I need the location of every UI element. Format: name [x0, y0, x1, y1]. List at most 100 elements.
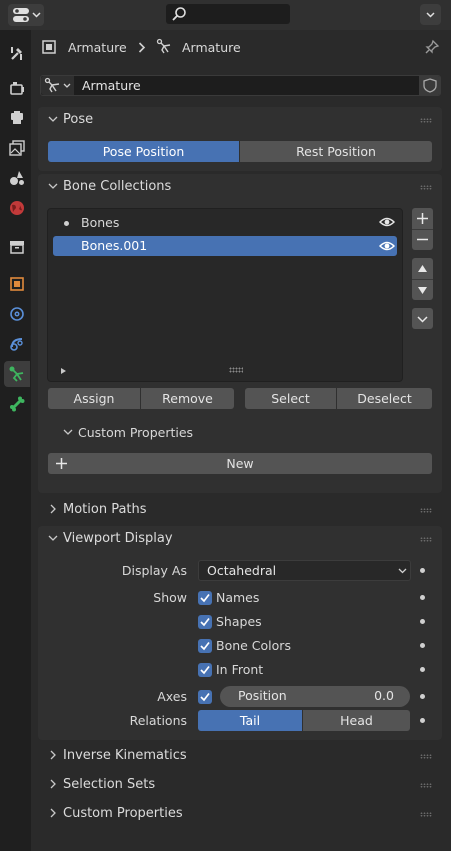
bone-colors-label: Bone Colors: [216, 638, 291, 653]
bone-colors-checkbox[interactable]: [198, 639, 212, 653]
pose-panel-title: Pose: [63, 112, 94, 127]
drag-handle-icon[interactable]: [420, 812, 432, 817]
view-layer-icon: [9, 140, 25, 156]
relations-tail-button[interactable]: Tail: [198, 710, 302, 731]
move-down-button[interactable]: [417, 286, 428, 295]
search-input[interactable]: [166, 4, 290, 24]
drag-handle-icon[interactable]: [420, 508, 432, 513]
object-icon: [10, 277, 24, 291]
chevron-down-icon: [48, 535, 58, 541]
pose-panel-header[interactable]: Pose: [38, 107, 442, 133]
drag-handle-icon[interactable]: [420, 783, 432, 788]
search-icon: [172, 7, 186, 21]
pose-position-button[interactable]: Pose Position: [48, 141, 239, 162]
deselect-button[interactable]: Deselect: [337, 388, 432, 409]
browse-armature-button[interactable]: [41, 76, 74, 95]
tab-view-layer[interactable]: [4, 135, 30, 161]
tab-bone[interactable]: [4, 391, 30, 417]
tab-constraints[interactable]: [4, 331, 30, 357]
list-resize-handle-icon[interactable]: [229, 367, 243, 373]
shapes-checkbox[interactable]: [198, 615, 212, 629]
check-icon: [200, 641, 210, 651]
keyframe-dot-icon[interactable]: [420, 718, 425, 723]
bone-collections-panel-header[interactable]: Bone Collections: [38, 174, 442, 200]
inverse-kinematics-panel-header[interactable]: Inverse Kinematics: [38, 743, 442, 769]
keyframe-dot-icon[interactable]: [420, 595, 425, 600]
in-front-checkbox-row[interactable]: In Front: [198, 662, 348, 679]
options-dropdown-button[interactable]: [420, 4, 441, 25]
position-value: 0.0: [374, 688, 394, 703]
rest-position-button[interactable]: Rest Position: [240, 141, 432, 162]
pin-icon[interactable]: [424, 39, 440, 55]
axes-label: Axes: [157, 689, 187, 704]
tab-object[interactable]: [4, 271, 30, 297]
select-button[interactable]: Select: [245, 388, 336, 409]
drag-handle-icon[interactable]: [420, 754, 432, 759]
axes-position-slider[interactable]: Position 0.0: [220, 686, 410, 707]
move-up-button[interactable]: [417, 264, 428, 273]
tab-scene[interactable]: [4, 165, 30, 191]
collection-name: Bones: [81, 215, 120, 230]
datablock-name-field[interactable]: Armature: [82, 78, 141, 93]
custom-properties-title: Custom Properties: [78, 425, 194, 440]
remove-collection-button[interactable]: [416, 233, 429, 246]
inverse-kinematics-title: Inverse Kinematics: [63, 748, 187, 763]
list-item-selected[interactable]: Bones.001: [53, 236, 397, 256]
keyframe-dot-icon[interactable]: [420, 694, 425, 699]
selection-sets-panel-header[interactable]: Selection Sets: [38, 772, 442, 798]
tab-armature-data[interactable]: [4, 361, 30, 387]
output-icon: [11, 111, 23, 124]
drag-handle-icon[interactable]: [420, 118, 432, 123]
names-checkbox-row[interactable]: Names: [198, 590, 348, 607]
bone-collection-custom-properties-header[interactable]: Custom Properties: [47, 420, 433, 442]
eye-icon[interactable]: [379, 240, 395, 252]
keyframe-dot-icon[interactable]: [420, 619, 425, 624]
keyframe-dot-icon[interactable]: [420, 667, 425, 672]
render-icon: [10, 82, 24, 95]
keyframe-dot-icon[interactable]: [420, 568, 425, 573]
editor-type-button[interactable]: [8, 4, 44, 26]
add-remove-buttons: [412, 208, 433, 250]
position-label: Position: [238, 688, 287, 703]
remove-button[interactable]: Remove: [141, 388, 234, 409]
list-item[interactable]: Bones: [53, 212, 397, 234]
axes-checkbox[interactable]: [198, 690, 212, 704]
world-icon: [10, 201, 24, 215]
armature-icon: [9, 366, 24, 382]
properties-editor-icon: [12, 8, 29, 22]
tab-modifiers[interactable]: [4, 301, 30, 327]
keyframe-dot-icon[interactable]: [420, 643, 425, 648]
motion-paths-panel-header[interactable]: Motion Paths: [38, 497, 442, 523]
new-property-button[interactable]: New: [48, 453, 432, 474]
tab-output[interactable]: [4, 105, 30, 131]
tab-world[interactable]: [4, 195, 30, 221]
collection-name: Bones.001: [81, 238, 148, 253]
chevron-right-icon: [50, 779, 56, 789]
assign-button[interactable]: Assign: [48, 388, 140, 409]
viewport-display-panel-header[interactable]: Viewport Display: [38, 526, 442, 552]
drag-handle-icon[interactable]: [420, 537, 432, 542]
relations-head-button[interactable]: Head: [303, 710, 410, 731]
custom-properties-title: Custom Properties: [63, 806, 183, 821]
chevron-down-icon: [417, 316, 428, 323]
bone-colors-checkbox-row[interactable]: Bone Colors: [198, 638, 348, 655]
shapes-label: Shapes: [216, 614, 262, 629]
bone-collection-list: [47, 208, 403, 382]
scene-icon: [10, 171, 24, 185]
drag-handle-icon[interactable]: [420, 185, 432, 190]
eye-icon[interactable]: [379, 216, 395, 228]
custom-properties-panel-header[interactable]: Custom Properties: [38, 801, 442, 827]
tab-tool[interactable]: [4, 40, 30, 66]
filter-options-triangle-icon[interactable]: [60, 367, 67, 375]
tab-collection[interactable]: [4, 234, 30, 260]
in-front-checkbox[interactable]: [198, 663, 212, 677]
fake-user-button[interactable]: [419, 76, 441, 95]
chevron-down-icon: [426, 12, 435, 18]
specials-menu-button[interactable]: [412, 308, 433, 329]
shapes-checkbox-row[interactable]: Shapes: [198, 614, 348, 631]
motion-paths-title: Motion Paths: [63, 502, 147, 517]
tab-render[interactable]: [4, 75, 30, 101]
display-as-dropdown[interactable]: Octahedral: [198, 560, 411, 581]
names-checkbox[interactable]: [198, 591, 212, 605]
add-collection-button[interactable]: [416, 212, 429, 225]
